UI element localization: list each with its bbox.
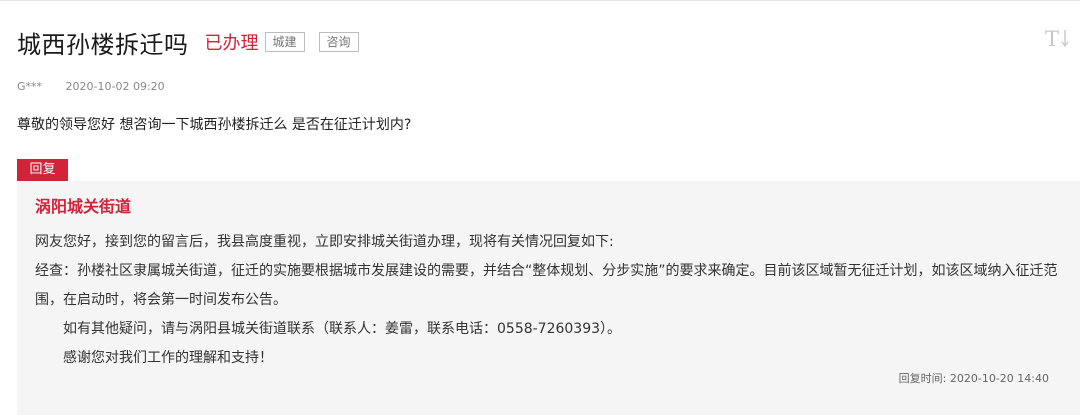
page-title: 城西孙楼拆迁吗 — [17, 30, 189, 59]
reply-paragraph: 感谢您对我们工作的理解和支持！ — [63, 350, 273, 366]
svg-text:T: T — [1045, 27, 1059, 49]
status-badge: 已办理 — [204, 33, 259, 54]
question-meta: G*** 2020-10-02 09:20 — [17, 80, 165, 93]
reply-paragraph: 如有其他疑问，请与涡阳县城关街道联系（联系人：姜雷，联系电话：0558-7260… — [63, 321, 622, 337]
reply-body: 网友您好，接到您的留言后，我县高度重视，立即安排城关街道办理，现将有关情况回复如… — [35, 228, 1071, 373]
post-date: 2020-10-02 09:20 — [65, 80, 165, 93]
tag-category[interactable]: 城建 — [264, 32, 305, 52]
text-size-icon[interactable]: T — [1044, 24, 1072, 52]
reply-panel: 涡阳城关街道 网友您好，接到您的留言后，我县高度重视，立即安排城关街道办理，现将… — [17, 181, 1080, 415]
title-row: 城西孙楼拆迁吗 已办理 城建 咨询 — [17, 24, 359, 60]
reply-paragraph: 经查：孙楼社区隶属城关街道，征迁的实施要根据城市发展建设的需要，并结合“整体规划… — [35, 263, 1058, 308]
tag-type[interactable]: 咨询 — [318, 32, 359, 52]
question-content: 尊敬的领导您好 想咨询一下城西孙楼拆迁么 是否在征迁计划内? — [17, 117, 412, 133]
top-divider — [0, 0, 1080, 1]
author-name: G*** — [17, 80, 43, 93]
reply-paragraph: 网友您好，接到您的留言后，我县高度重视，立即安排城关街道办理，现将有关情况回复如… — [35, 234, 614, 250]
reply-time-label: 回复时间: — [898, 372, 947, 385]
reply-tab: 回复 — [17, 159, 68, 181]
reply-department: 涡阳城关街道 — [35, 197, 132, 216]
reply-time-value: 2020-10-20 14:40 — [949, 372, 1049, 385]
reply-time: 回复时间: 2020-10-20 14:40 — [899, 370, 1049, 386]
